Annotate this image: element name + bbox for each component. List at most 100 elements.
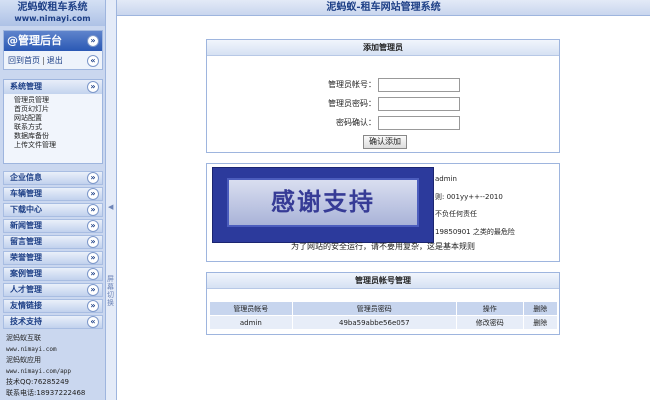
confirm-row: 密码确认： [207, 115, 559, 131]
chevron-down-icon[interactable]: » [87, 252, 99, 264]
menu-header-label: 车辆管理 [10, 189, 42, 198]
panel-title: 管理员帐号管理 [207, 273, 559, 289]
chevron-down-icon[interactable]: » [87, 300, 99, 312]
info-line: www.nimayi.com/app [6, 368, 72, 375]
splitter[interactable]: ◀ 屏幕切换 [105, 0, 117, 400]
add-admin-panel: 添加管理员 管理员帐号： 管理员密码： 密码确认： 确认添加 [206, 39, 560, 153]
chevron-down-icon[interactable]: » [87, 188, 99, 200]
menu-header-company[interactable]: 企业信息 » [3, 171, 103, 185]
menu-header-vehicles[interactable]: 车辆管理 » [3, 187, 103, 201]
confirm-password-input[interactable] [378, 116, 460, 130]
home-link[interactable]: 回到首页 [8, 56, 40, 65]
menu-header-messages[interactable]: 留言管理 » [3, 235, 103, 249]
menu-header-honors[interactable]: 荣誉管理 » [3, 251, 103, 265]
confirm-label: 密码确认： [336, 118, 376, 127]
sidebar-item-db-backup[interactable]: 数据库备份 [14, 132, 102, 141]
menu-header-downloads[interactable]: 下载中心 » [3, 203, 103, 217]
info-line: 联系电话:18937222468 [6, 389, 86, 397]
collapse-icon[interactable]: « [87, 55, 99, 67]
col-action: 操作 [455, 301, 524, 316]
admin-links: 回到首页 | 退出 « [4, 53, 102, 69]
menu-header-label: 下载中心 [10, 205, 42, 214]
sidebar-item-admin-manage[interactable]: 管理员管理 [14, 96, 102, 105]
logout-link[interactable]: 退出 [47, 56, 63, 65]
sidebar-item-upload-files[interactable]: 上传文件管理 [14, 141, 102, 150]
sidebar-item-site-config[interactable]: 网站配置 [14, 114, 102, 123]
notice-footer: 为了网站的安全运行，请不要用复杂，这是基本规则 [291, 242, 475, 251]
menu-header-label: 系统管理 [10, 82, 42, 91]
col-account: 管理员帐号 [209, 301, 293, 316]
chevron-down-icon[interactable]: » [87, 220, 99, 232]
menu-header-label: 留言管理 [10, 237, 42, 246]
notice-line: admin [435, 175, 457, 183]
admin-panel-title: @管理后台 » [4, 31, 102, 51]
info-line: 技术QQ:76285249 [6, 378, 70, 386]
chevron-down-icon[interactable]: » [87, 35, 99, 47]
chevron-down-icon[interactable]: » [87, 236, 99, 248]
col-password: 管理员密码 [291, 301, 457, 316]
link-separator: | [42, 56, 45, 65]
top-header: 泥蚂蚁-租车网站管理系统 [117, 0, 650, 16]
logo-url: www.nimayi.com [14, 14, 91, 23]
menu-header-news[interactable]: 新闻管理 » [3, 219, 103, 233]
delete-link[interactable]: 删除 [522, 315, 559, 330]
system-group: 系统管理 » 管理员管理 首页幻灯片 网站配置 联系方式 数据库备份 上传文件管… [3, 79, 103, 164]
thanks-banner-inner: 感谢支持 [229, 180, 417, 225]
sidebar: 泥蚂蚁租车系统 www.nimayi.com @管理后台 » 回到首页 | 退出 «… [0, 0, 105, 400]
menu-header-label: 技术支持 [10, 317, 42, 326]
menu-header-talent[interactable]: 人才管理 » [3, 283, 103, 297]
account-input[interactable] [378, 78, 460, 92]
notice-line: 不负任何责任 [435, 210, 477, 218]
info-line: 泥蚂蚁应用 [6, 356, 41, 364]
page-title: 泥蚂蚁-租车网站管理系统 [326, 2, 441, 13]
system-items: 管理员管理 首页幻灯片 网站配置 联系方式 数据库备份 上传文件管理 [14, 96, 102, 150]
account-label: 管理员帐号： [328, 80, 376, 89]
menu-header-label: 企业信息 [10, 173, 42, 182]
table-header-row: 管理员帐号 管理员密码 操作 删除 [209, 301, 559, 316]
chevron-down-icon[interactable]: » [87, 268, 99, 280]
sidebar-info: 泥蚂蚁互联 www.nimayi.com 泥蚂蚁应用 www.nimayi.co… [6, 333, 104, 399]
panel-title: 添加管理员 [207, 40, 559, 56]
admin-panel-title-text: @管理后台 [7, 34, 62, 47]
chevron-down-icon[interactable]: » [87, 81, 99, 93]
info-line: www.nimayi.com [6, 346, 57, 353]
table-row: admin 49ba59abbe56e057 修改密码 删除 [209, 315, 559, 330]
confirm-add-button[interactable]: 确认添加 [363, 135, 407, 149]
notice-line: 19850901 之类的最危险 [435, 228, 515, 236]
collapse-arrow-icon[interactable]: ◀ [108, 203, 114, 211]
menu-header-label: 案例管理 [10, 269, 42, 278]
password-row: 管理员密码： [207, 96, 559, 112]
col-delete: 删除 [522, 301, 559, 316]
admin-panel: @管理后台 » 回到首页 | 退出 « [3, 30, 103, 70]
notice-panel: 感谢支持 admin 则: 001yy++--2010 不负任何责任 19850… [206, 163, 560, 262]
menu-header-label: 荣誉管理 [10, 253, 42, 262]
thanks-text: 感谢支持 [271, 188, 375, 216]
logo-title: 泥蚂蚁租车系统 [17, 2, 88, 13]
chevron-down-icon[interactable]: » [87, 204, 99, 216]
menu-header-support[interactable]: 技术支持 « [3, 315, 103, 329]
notice-line: 则: 001yy++--2010 [435, 193, 503, 201]
manage-admin-panel: 管理员帐号管理 管理员帐号 管理员密码 操作 删除 admin 49ba59ab… [206, 272, 560, 335]
sidebar-item-slides[interactable]: 首页幻灯片 [14, 105, 102, 114]
cell-account: admin [209, 315, 293, 330]
menu-header-label: 人才管理 [10, 285, 42, 294]
menu-header-system[interactable]: 系统管理 » [4, 80, 102, 94]
menu-header-cases[interactable]: 案例管理 » [3, 267, 103, 281]
splitter-label: 屏幕切换 [107, 275, 114, 307]
menu-header-links[interactable]: 友情链接 » [3, 299, 103, 313]
change-password-link[interactable]: 修改密码 [455, 315, 524, 330]
thanks-banner: 感谢支持 [212, 167, 434, 243]
cell-password: 49ba59abbe56e057 [291, 315, 457, 330]
menu-header-label: 新闻管理 [10, 221, 42, 230]
chevron-up-icon[interactable]: « [87, 316, 99, 328]
chevron-down-icon[interactable]: » [87, 284, 99, 296]
info-line: 泥蚂蚁互联 [6, 334, 41, 342]
account-row: 管理员帐号： [207, 77, 559, 93]
password-input[interactable] [378, 97, 460, 111]
admin-table: 管理员帐号 管理员密码 操作 删除 admin 49ba59abbe56e057… [209, 301, 559, 330]
sidebar-item-contact[interactable]: 联系方式 [14, 123, 102, 132]
chevron-down-icon[interactable]: » [87, 172, 99, 184]
password-label: 管理员密码： [328, 99, 376, 108]
logo: 泥蚂蚁租车系统 www.nimayi.com [0, 0, 105, 26]
menu-header-label: 友情链接 [10, 301, 42, 310]
